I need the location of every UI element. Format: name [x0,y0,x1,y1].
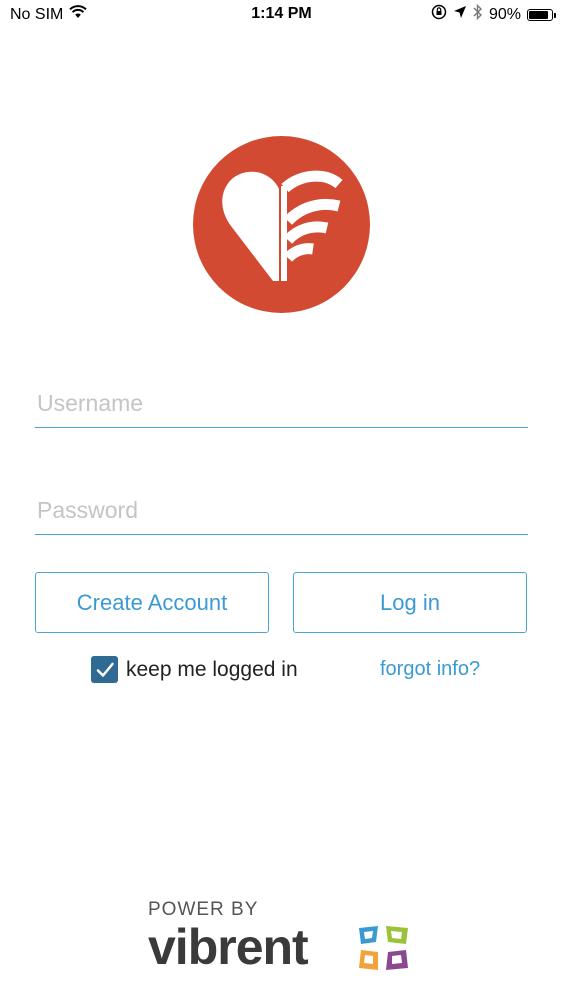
password-input[interactable] [35,487,528,535]
orientation-lock-icon [431,4,447,25]
login-button[interactable]: Log in [293,572,527,633]
keep-logged-in-row: keep me logged in [91,656,298,683]
battery-fill [529,10,548,19]
heart-signal-logo [193,136,370,313]
status-bar: No SIM 1:14 PM 90% [0,0,563,30]
create-account-label: Create Account [76,589,228,615]
bluetooth-icon [473,3,483,25]
checkmark-icon [96,662,114,677]
login-label: Log in [380,589,440,615]
battery-percent: 90% [488,5,521,23]
status-right: 90% [431,3,556,25]
battery-icon [527,8,556,21]
location-arrow-icon [453,5,467,24]
keep-logged-in-label: keep me logged in [126,657,298,681]
brand-name: vibrent [148,919,309,975]
create-account-button[interactable]: Create Account [35,572,269,633]
keep-logged-in-checkbox[interactable] [91,656,118,683]
app-logo [193,136,370,313]
vibrent-mark-icon [356,924,416,974]
username-input[interactable] [35,380,528,428]
forgot-info-link[interactable]: forgot info? [380,658,480,681]
